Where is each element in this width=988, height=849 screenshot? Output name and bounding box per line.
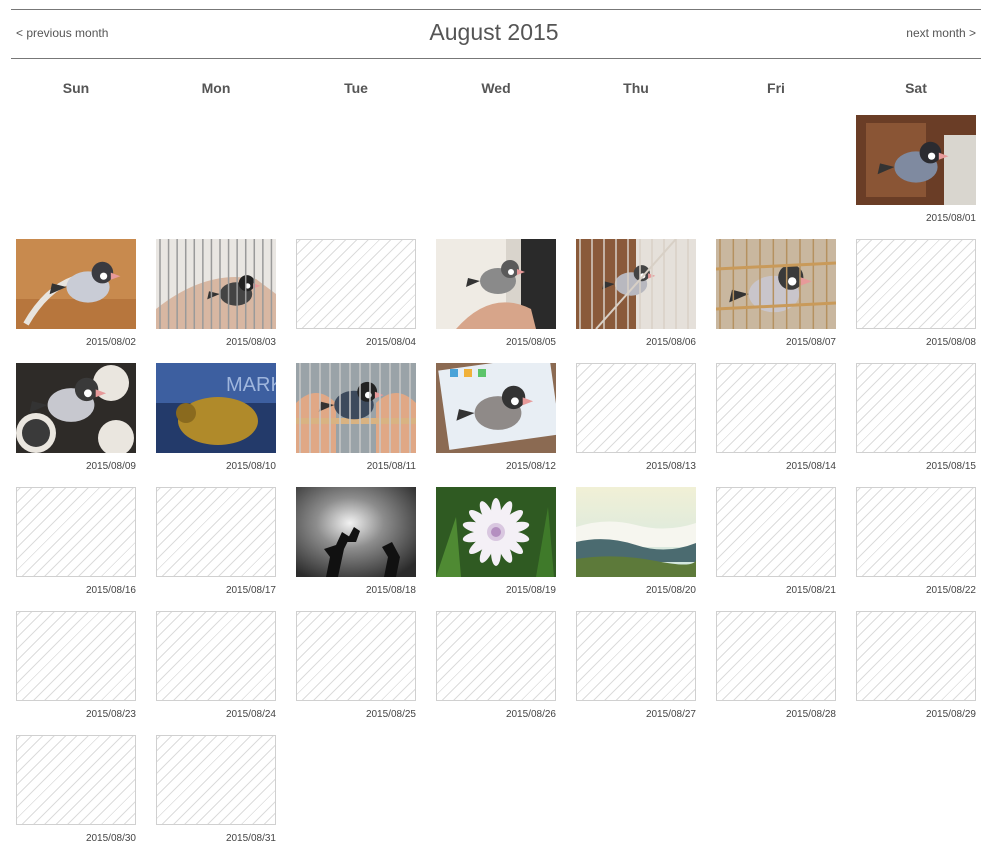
day-empty-placeholder [576, 363, 696, 453]
day-date-label: 2015/08/20 [645, 585, 696, 596]
day-empty-placeholder [856, 487, 976, 577]
day-photo-thumbnail[interactable] [436, 363, 556, 453]
day-date-label: 2015/08/22 [925, 585, 976, 596]
day-date-label: 2015/08/18 [365, 585, 416, 596]
day-empty-placeholder [296, 611, 416, 701]
day-empty-placeholder [716, 363, 836, 453]
day-date-label: 2015/08/04 [365, 337, 416, 348]
day-empty-placeholder [296, 239, 416, 329]
day-date-label: 2015/08/23 [85, 709, 136, 720]
weekday-sun: Sun [62, 80, 90, 96]
day-photo-thumbnail[interactable] [16, 363, 136, 453]
weekday-mon: Mon [201, 80, 231, 96]
day-empty-placeholder [856, 363, 976, 453]
day-date-label: 2015/08/12 [505, 461, 556, 472]
weekday-tue: Tue [344, 80, 368, 96]
day-photo-thumbnail[interactable] [856, 115, 976, 205]
day-date-label: 2015/08/03 [225, 337, 276, 348]
day-photo-thumbnail[interactable] [576, 487, 696, 577]
day-photo-thumbnail[interactable] [296, 363, 416, 453]
day-photo-thumbnail[interactable] [16, 239, 136, 329]
calendar-page: < previous month August 2015 next month … [0, 0, 988, 849]
day-date-label: 2015/08/25 [365, 709, 416, 720]
day-photo-thumbnail[interactable] [156, 239, 276, 329]
day-date-label: 2015/08/19 [505, 585, 556, 596]
day-date-label: 2015/08/28 [785, 709, 836, 720]
header-top-rule [11, 9, 981, 10]
day-date-label: 2015/08/31 [225, 833, 276, 844]
day-photo-thumbnail[interactable] [436, 487, 556, 577]
weekday-sat: Sat [905, 80, 927, 96]
day-date-label: 2015/08/16 [85, 585, 136, 596]
day-date-label: 2015/08/29 [925, 709, 976, 720]
day-photo-thumbnail[interactable] [296, 487, 416, 577]
day-date-label: 2015/08/13 [645, 461, 696, 472]
day-date-label: 2015/08/15 [925, 461, 976, 472]
day-empty-placeholder [856, 239, 976, 329]
day-empty-placeholder [856, 611, 976, 701]
day-photo-thumbnail[interactable]: MARK [156, 363, 276, 453]
day-date-label: 2015/08/01 [925, 213, 976, 224]
day-empty-placeholder [156, 735, 276, 825]
day-date-label: 2015/08/27 [645, 709, 696, 720]
day-empty-placeholder [156, 487, 276, 577]
day-date-label: 2015/08/26 [505, 709, 556, 720]
month-title: August 2015 [429, 19, 559, 45]
day-date-label: 2015/08/17 [225, 585, 276, 596]
svg-text:MARK: MARK [226, 374, 276, 396]
day-date-label: 2015/08/09 [85, 461, 136, 472]
day-photo-thumbnail[interactable] [576, 239, 696, 329]
day-photo-thumbnail[interactable] [716, 239, 836, 329]
day-date-label: 2015/08/21 [785, 585, 836, 596]
day-date-label: 2015/08/10 [225, 461, 276, 472]
day-date-label: 2015/08/08 [925, 337, 976, 348]
day-photo-thumbnail[interactable] [436, 239, 556, 329]
day-date-label: 2015/08/30 [85, 833, 136, 844]
header-bottom-rule [11, 58, 981, 59]
day-date-label: 2015/08/11 [366, 461, 416, 472]
day-empty-placeholder [436, 611, 556, 701]
day-empty-placeholder [576, 611, 696, 701]
weekday-wed: Wed [481, 80, 511, 96]
day-date-label: 2015/08/07 [785, 337, 836, 348]
day-date-label: 2015/08/14 [785, 461, 836, 472]
day-empty-placeholder [716, 611, 836, 701]
next-month-link[interactable]: next month > [906, 26, 976, 40]
day-date-label: 2015/08/06 [645, 337, 696, 348]
weekday-thu: Thu [623, 80, 649, 96]
day-date-label: 2015/08/02 [85, 337, 136, 348]
day-date-label: 2015/08/24 [225, 709, 276, 720]
day-empty-placeholder [16, 735, 136, 825]
day-empty-placeholder [156, 611, 276, 701]
day-empty-placeholder [16, 487, 136, 577]
day-empty-placeholder [716, 487, 836, 577]
weekday-fri: Fri [767, 80, 785, 96]
day-empty-placeholder [16, 611, 136, 701]
day-date-label: 2015/08/05 [505, 337, 556, 348]
